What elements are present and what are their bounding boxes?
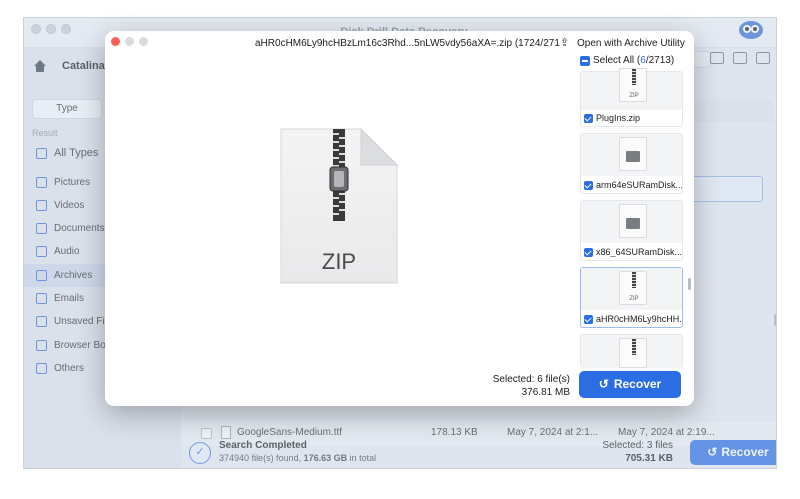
thumbnail-panel: Select All (6/2713) ZIP PlugIns.zip arm6… (580, 53, 694, 406)
recover-icon: ↺ (598, 377, 609, 391)
thumbnail-name: arm64eSURamDisk.... (596, 180, 682, 190)
select-all-label[interactable]: Select All (6/2713) (593, 55, 674, 66)
thumbnail-image: ZIP (581, 68, 682, 110)
thumbnail-name: x86_64SURamDisk.... (596, 247, 682, 257)
zip-preview-label: ZIP (321, 249, 357, 274)
minimize-modal-button[interactable] (125, 37, 134, 46)
quicklook-modal: aHR0cHM6Ly9hcHBzLm16c3Rhd...5nLW5vdy56aX… (105, 31, 694, 406)
thumbnail-image: ZIP (581, 268, 682, 310)
thumbnail-image (581, 134, 682, 176)
share-icon[interactable]: ⇪ (560, 37, 570, 49)
thumbnail-checkbox[interactable] (584, 181, 593, 190)
thumbnail-card[interactable]: ZIP PlugIns.zip (580, 68, 683, 127)
thumbnail-card[interactable]: x86_64SURamDisk.... (580, 200, 683, 261)
disk-image-thumb-icon (619, 137, 647, 171)
zip-thumb-icon: ZIP (619, 271, 647, 305)
thumbnail-image (581, 335, 682, 368)
zip-thumb-icon: ZIP (619, 68, 647, 102)
zip-thumb-icon (619, 338, 647, 368)
modal-title: aHR0cHM6Ly9hcHBzLm16c3Rhd...5nLW5vdy56aX… (255, 38, 560, 49)
disk-image-thumb-icon (619, 204, 647, 238)
close-modal-button[interactable] (111, 37, 120, 46)
modal-recover-button[interactable]: ↺ Recover (579, 371, 681, 398)
thumbnail-card-focused[interactable]: ZIP aHR0cHM6Ly9hcHH... (580, 267, 683, 328)
modal-selected-size: 376.81 MB (521, 387, 570, 398)
thumbnail-image (581, 201, 682, 243)
thumbnail-card[interactable] (580, 334, 683, 368)
modal-selected-count: Selected: 6 file(s) (492, 374, 570, 385)
thumbnail-card[interactable]: arm64eSURamDisk.... (580, 133, 683, 194)
thumbnail-name: aHR0cHM6Ly9hcHH... (596, 314, 682, 324)
thumbnail-scrollbar[interactable] (688, 278, 691, 290)
select-all-checkbox[interactable] (580, 56, 590, 66)
open-with-archive-utility[interactable]: Open with Archive Utility (577, 38, 685, 49)
thumbnail-checkbox[interactable] (584, 315, 593, 324)
thumbnail-checkbox[interactable] (584, 114, 593, 123)
zoom-modal-button[interactable] (139, 37, 148, 46)
thumbnail-name: PlugIns.zip (596, 113, 641, 123)
thumbnail-checkbox[interactable] (584, 248, 593, 257)
